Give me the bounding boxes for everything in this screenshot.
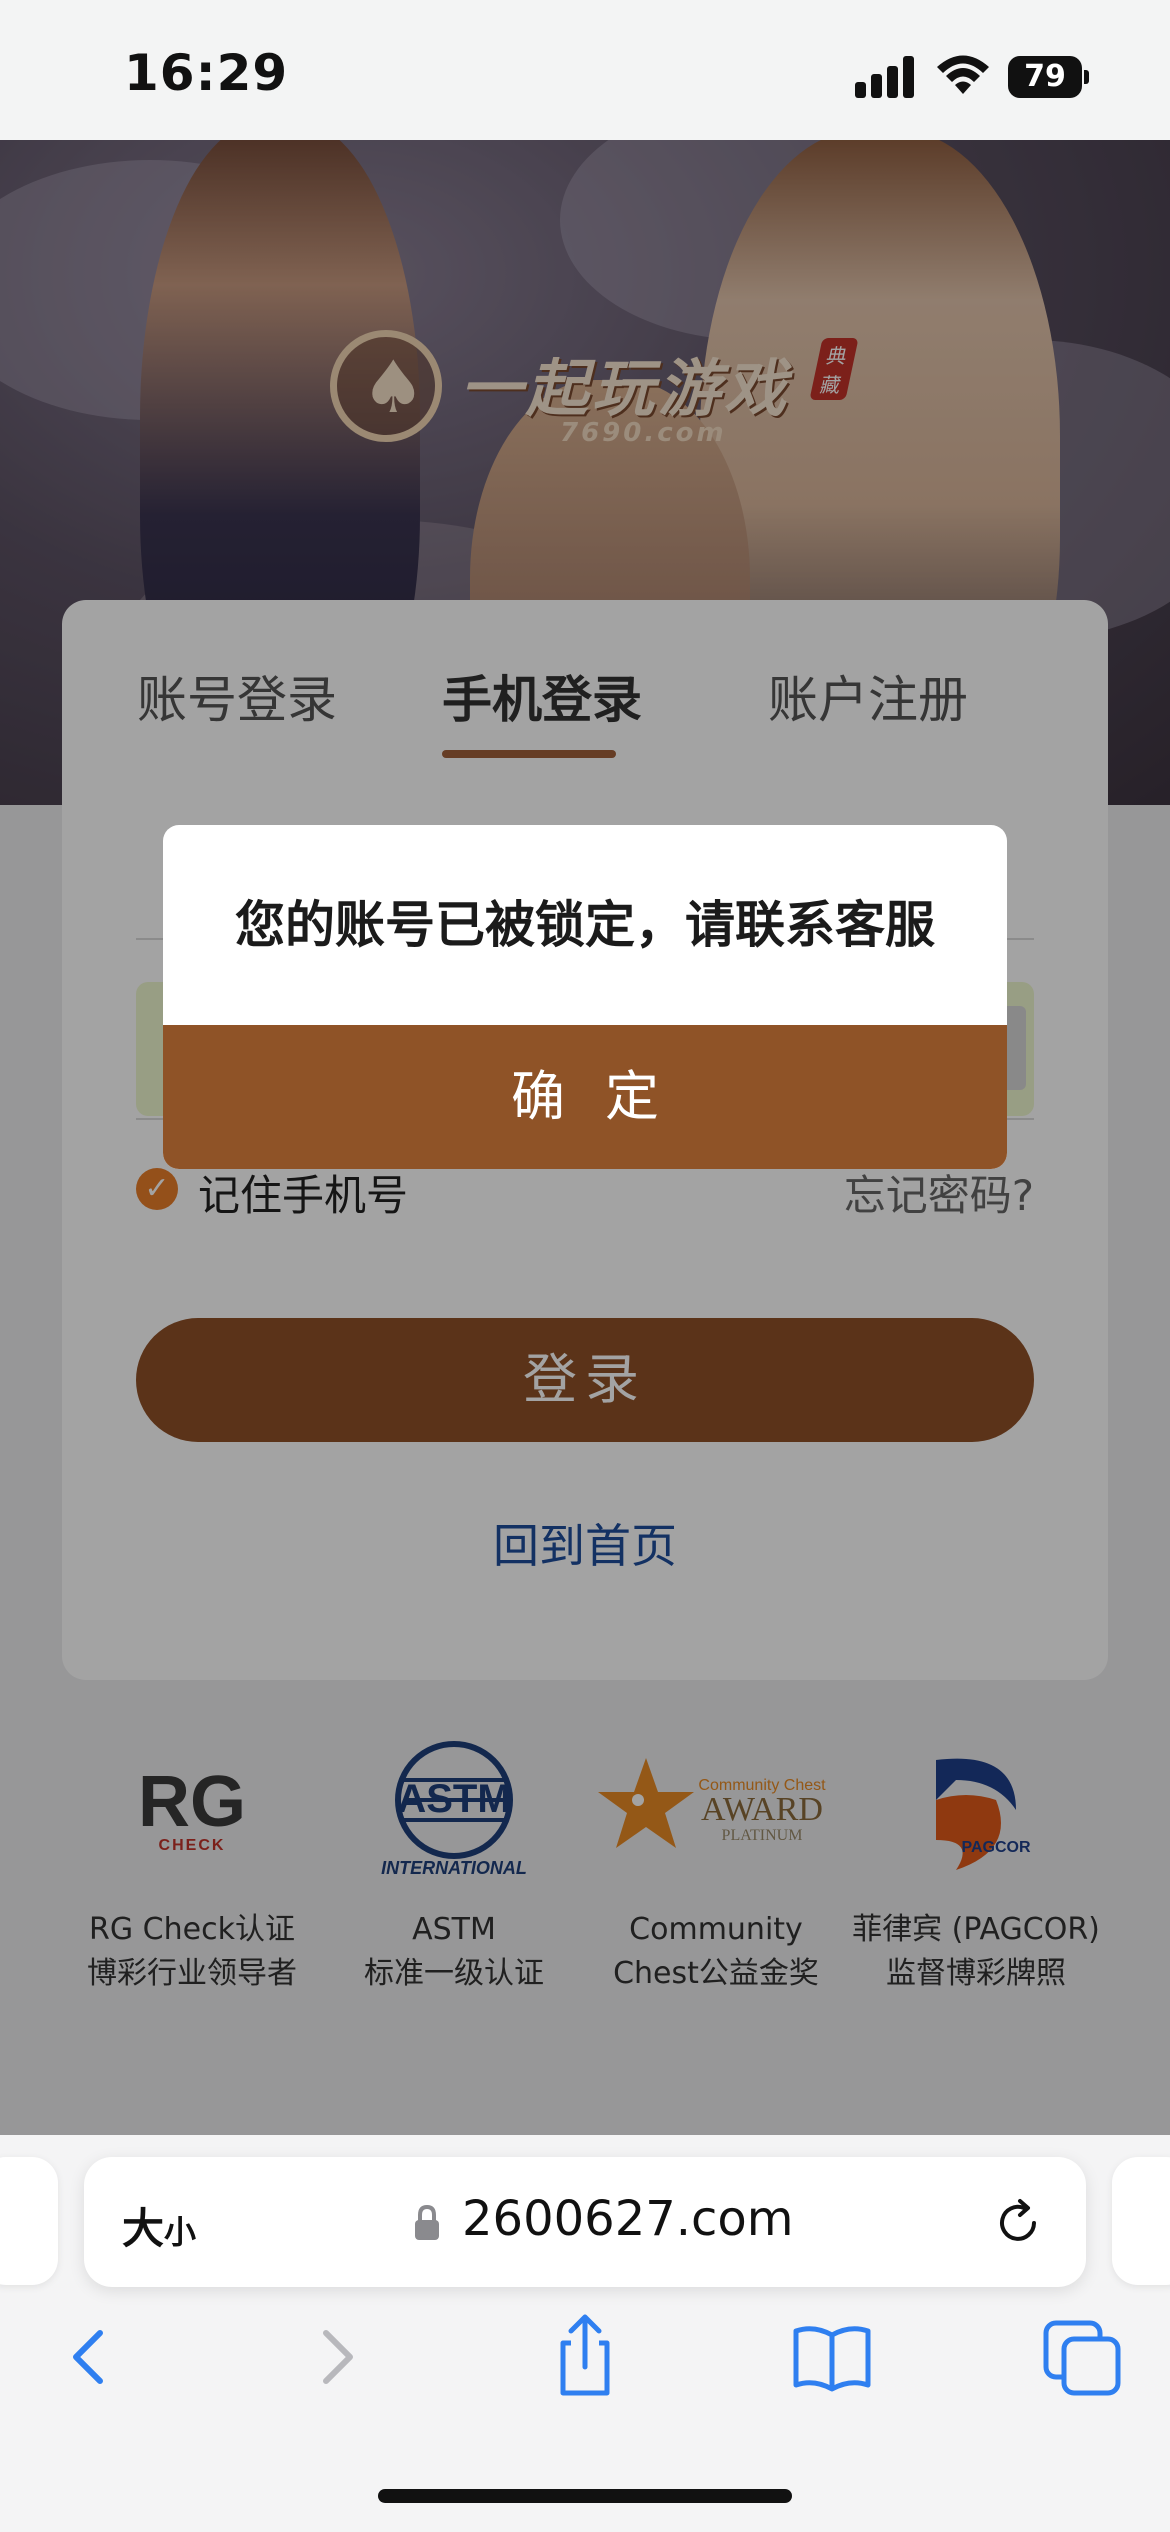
battery-icon: 79 [1008, 56, 1089, 98]
battery-level: 79 [1008, 56, 1082, 98]
text-size-button[interactable]: 大小 [122, 2195, 196, 2256]
status-time: 16:29 [124, 44, 289, 102]
back-icon[interactable] [38, 2305, 138, 2405]
forward-icon[interactable] [288, 2305, 388, 2405]
lock-icon [415, 2205, 439, 2240]
address-bar[interactable]: 大小 2600627.com [84, 2157, 1086, 2287]
bookmarks-icon[interactable] [782, 2305, 882, 2405]
browser-bottom-bar: 大小 2600627.com [0, 2135, 1170, 2532]
url-text[interactable]: 2600627.com [462, 2191, 794, 2247]
cellular-signal-icon [855, 56, 917, 98]
status-bar: 16:29 79 [0, 0, 1170, 140]
alert-confirm-button[interactable]: 确定 [163, 1025, 1007, 1169]
tabs-icon[interactable] [1032, 2305, 1132, 2405]
previous-tab-preview[interactable] [0, 2157, 58, 2285]
home-indicator [378, 2489, 792, 2503]
browser-toolbar [0, 2305, 1170, 2425]
next-tab-preview[interactable] [1112, 2157, 1170, 2285]
reload-icon[interactable] [990, 2195, 1046, 2251]
alert-message: 您的账号已被锁定，请联系客服 [235, 896, 935, 954]
account-locked-alert: 您的账号已被锁定，请联系客服 确定 [163, 825, 1007, 1169]
share-icon[interactable] [535, 2305, 635, 2405]
wifi-icon [937, 55, 989, 94]
